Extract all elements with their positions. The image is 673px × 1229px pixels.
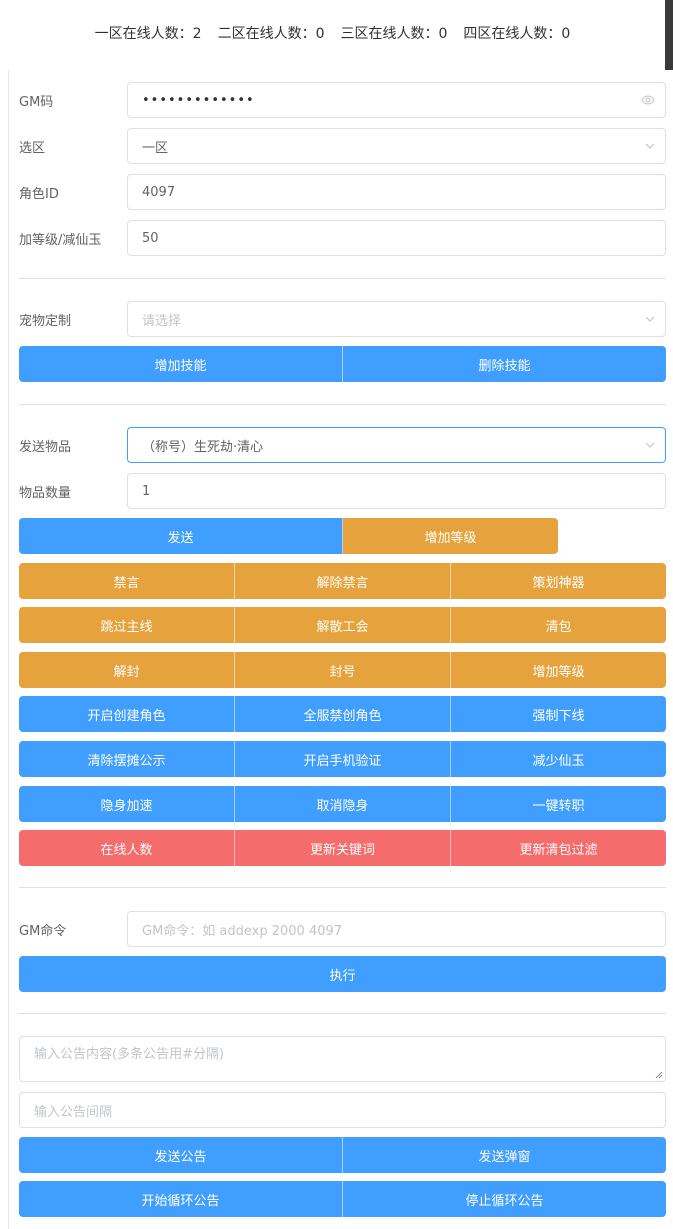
- chevron-down-icon: [645, 302, 655, 336]
- divider: [19, 887, 666, 888]
- skip-main-quest-button[interactable]: 跳过主线: [19, 607, 235, 643]
- level-jade-value: 50: [142, 230, 159, 246]
- divider: [19, 1013, 666, 1014]
- clear-stall-button[interactable]: 清除摆摊公示: [19, 741, 235, 777]
- eye-icon[interactable]: [641, 83, 655, 117]
- force-offline-button[interactable]: 强制下线: [451, 696, 666, 732]
- send-button[interactable]: 发送: [19, 518, 343, 554]
- stealth-speed-button[interactable]: 隐身加速: [19, 786, 235, 822]
- one-click-transfer-button[interactable]: 一键转职: [451, 786, 666, 822]
- add-level-button-2[interactable]: 增加等级: [451, 652, 666, 688]
- stop-loop-notice-button[interactable]: 停止循环公告: [343, 1181, 666, 1217]
- online-count-button[interactable]: 在线人数: [19, 830, 235, 866]
- update-keywords-button[interactable]: 更新关键词: [235, 830, 451, 866]
- update-bag-filter-button[interactable]: 更新清包过滤: [451, 830, 666, 866]
- pet-label: 宠物定制: [19, 313, 72, 329]
- gm-code-value: •••••••••••••: [142, 92, 255, 108]
- notice-content-placeholder: 输入公告内容(多条公告用#分隔): [34, 1047, 225, 1062]
- clear-bag-button[interactable]: 清包: [451, 607, 666, 643]
- gm-code-row: GM码 •••••••••••••: [19, 82, 666, 118]
- action-row-1: 禁言 解除禁言 策划神器: [19, 563, 666, 599]
- pet-placeholder: 请选择: [142, 313, 182, 329]
- role-id-row: 角色ID 4097: [19, 174, 666, 210]
- resize-handle-icon[interactable]: [655, 1071, 663, 1079]
- execute-button-group: 执行: [19, 956, 666, 992]
- gm-command-row: GM命令 GM命令：如 addexp 2000 4097: [19, 911, 666, 947]
- level-jade-input[interactable]: 50: [127, 220, 666, 256]
- level-jade-label: 加等级/减仙玉: [19, 232, 102, 248]
- cancel-stealth-button[interactable]: 取消隐身: [235, 786, 451, 822]
- unmute-button[interactable]: 解除禁言: [235, 563, 451, 599]
- zone-value: 一区: [142, 140, 169, 156]
- action-row-7: 在线人数 更新关键词 更新清包过滤: [19, 830, 666, 866]
- level-jade-row: 加等级/减仙玉 50: [19, 220, 666, 256]
- role-id-label: 角色ID: [19, 186, 59, 202]
- item-label: 发送物品: [19, 439, 72, 455]
- zone-label: 选区: [19, 140, 46, 156]
- notice-content-textarea[interactable]: 输入公告内容(多条公告用#分隔): [19, 1036, 666, 1082]
- item-row: 发送物品 （称号）生死劫·清心: [19, 427, 666, 463]
- gm-code-label: GM码: [19, 94, 54, 110]
- zone-select[interactable]: 一区: [127, 128, 666, 164]
- divider: [19, 404, 666, 405]
- gm-command-placeholder: GM命令：如 addexp 2000 4097: [142, 923, 343, 939]
- role-id-input[interactable]: 4097: [127, 174, 666, 210]
- zone1-online: 一区在线人数：2: [94, 26, 202, 42]
- zone3-online: 三区在线人数：0: [340, 26, 448, 42]
- pet-select[interactable]: 请选择: [127, 301, 666, 337]
- unban-button[interactable]: 解封: [19, 652, 235, 688]
- action-row-4: 开启创建角色 全服禁创角色 强制下线: [19, 696, 666, 732]
- notice-interval-input[interactable]: 输入公告间隔: [19, 1092, 666, 1128]
- execute-button[interactable]: 执行: [19, 956, 666, 992]
- quantity-row: 物品数量 1: [19, 473, 666, 509]
- gm-command-input[interactable]: GM命令：如 addexp 2000 4097: [127, 911, 666, 947]
- mute-button[interactable]: 禁言: [19, 563, 235, 599]
- role-id-value: 4097: [142, 184, 176, 200]
- add-level-button[interactable]: 增加等级: [343, 518, 558, 554]
- gm-command-label: GM命令: [19, 923, 67, 939]
- panel-border: [8, 70, 9, 1229]
- enable-create-role-button[interactable]: 开启创建角色: [19, 696, 235, 732]
- send-button-group: 发送 增加等级: [19, 518, 558, 554]
- notice-button-group: 发送公告 发送弹窗: [19, 1137, 666, 1173]
- zone-row: 选区 一区: [19, 128, 666, 164]
- quantity-label: 物品数量: [19, 485, 72, 501]
- notice-interval-placeholder: 输入公告间隔: [34, 1104, 113, 1120]
- send-notice-button[interactable]: 发送公告: [19, 1137, 343, 1173]
- item-value: （称号）生死劫·清心: [142, 439, 264, 455]
- ban-button[interactable]: 封号: [235, 652, 451, 688]
- pet-row: 宠物定制 请选择: [19, 301, 666, 337]
- chevron-down-icon: [645, 428, 655, 462]
- disable-create-role-button[interactable]: 全服禁创角色: [235, 696, 451, 732]
- send-popup-button[interactable]: 发送弹窗: [343, 1137, 666, 1173]
- loop-notice-button-group: 开始循环公告 停止循环公告: [19, 1181, 666, 1217]
- action-row-2: 跳过主线 解散工会 清包: [19, 607, 666, 643]
- action-row-6: 隐身加速 取消隐身 一键转职: [19, 786, 666, 822]
- delete-skill-button[interactable]: 删除技能: [343, 346, 666, 382]
- window-scrollbar[interactable]: [665, 0, 673, 70]
- planner-artifact-button[interactable]: 策划神器: [451, 563, 666, 599]
- gm-code-input[interactable]: •••••••••••••: [127, 82, 666, 118]
- chevron-down-icon: [645, 129, 655, 163]
- quantity-input[interactable]: 1: [127, 473, 666, 509]
- action-row-3: 解封 封号 增加等级: [19, 652, 666, 688]
- reduce-jade-button[interactable]: 减少仙玉: [451, 741, 666, 777]
- skill-button-group: 增加技能 删除技能: [19, 346, 666, 382]
- zone2-online: 二区在线人数：0: [217, 26, 325, 42]
- enable-phone-verify-button[interactable]: 开启手机验证: [235, 741, 451, 777]
- online-count-header: 一区在线人数：2 二区在线人数：0 三区在线人数：0 四区在线人数：0: [0, 0, 665, 66]
- item-select[interactable]: （称号）生死劫·清心: [127, 427, 666, 463]
- action-row-5: 清除摆摊公示 开启手机验证 减少仙玉: [19, 741, 666, 777]
- add-skill-button[interactable]: 增加技能: [19, 346, 343, 382]
- start-loop-notice-button[interactable]: 开始循环公告: [19, 1181, 343, 1217]
- disband-guild-button[interactable]: 解散工会: [235, 607, 451, 643]
- zone4-online: 四区在线人数：0: [463, 26, 571, 42]
- divider: [19, 278, 666, 279]
- quantity-value: 1: [142, 483, 151, 499]
